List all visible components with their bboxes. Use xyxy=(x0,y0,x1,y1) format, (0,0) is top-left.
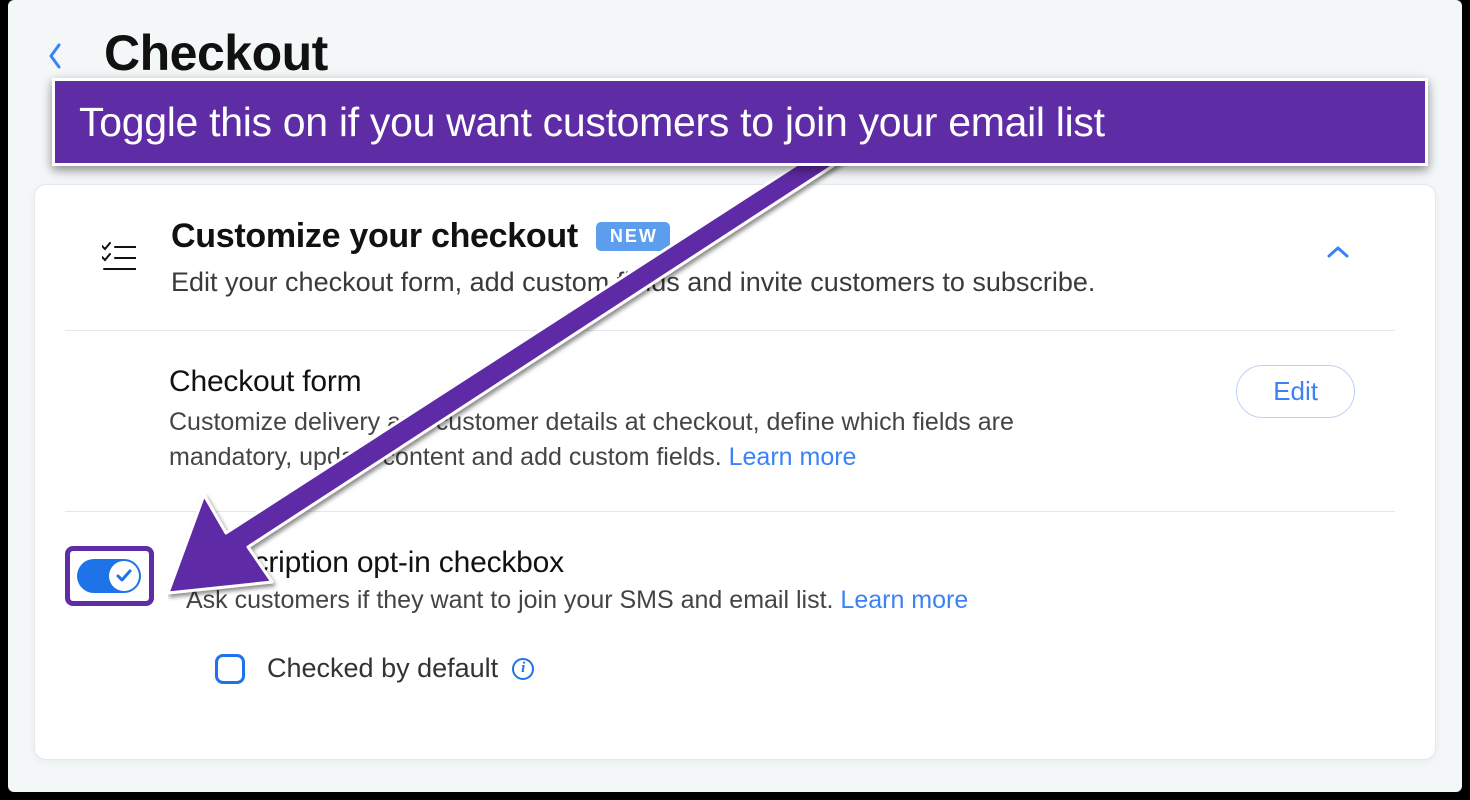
checkout-form-desc: Customize delivery and customer details … xyxy=(169,405,1029,475)
new-badge: NEW xyxy=(596,222,670,251)
checked-by-default-checkbox[interactable] xyxy=(215,654,245,684)
customize-title: Customize your checkout xyxy=(171,217,578,256)
subscription-section: Subscription opt-in checkbox Ask custome… xyxy=(65,512,1395,623)
info-icon: i xyxy=(521,660,525,677)
edit-checkout-form-button[interactable]: Edit xyxy=(1236,365,1355,418)
checklist-icon xyxy=(101,239,137,275)
subscription-desc: Ask customers if they want to join your … xyxy=(186,586,1355,615)
checkout-form-learn-more-link[interactable]: Learn more xyxy=(729,443,857,471)
subscription-desc-text: Ask customers if they want to join your … xyxy=(186,586,840,614)
toggle-highlight-box xyxy=(65,546,154,606)
customize-section-header[interactable]: Customize your checkout NEW Edit your ch… xyxy=(65,215,1395,331)
checkout-settings-panel: Customize your checkout NEW Edit your ch… xyxy=(34,184,1436,760)
page-title: Checkout xyxy=(104,24,328,82)
subscription-optin-toggle[interactable] xyxy=(77,559,141,593)
instruction-banner: Toggle this on if you want customers to … xyxy=(52,78,1428,166)
subscription-title: Subscription opt-in checkbox xyxy=(186,546,1355,580)
collapse-button[interactable] xyxy=(1327,245,1355,273)
checked-by-default-row: Checked by default i xyxy=(35,623,1435,684)
chevron-up-icon xyxy=(1327,245,1349,259)
checkout-form-section: Checkout form Customize delivery and cus… xyxy=(65,331,1395,512)
toggle-knob xyxy=(109,561,139,591)
check-icon xyxy=(116,568,132,584)
back-button[interactable] xyxy=(42,34,68,78)
checked-by-default-info-button[interactable]: i xyxy=(512,658,534,680)
checked-by-default-label: Checked by default xyxy=(267,653,498,684)
customize-subtitle: Edit your checkout form, add custom fiel… xyxy=(171,264,1327,300)
instruction-banner-text: Toggle this on if you want customers to … xyxy=(79,99,1105,146)
checkout-form-title: Checkout form xyxy=(169,365,1236,399)
chevron-left-icon xyxy=(47,42,63,70)
subscription-learn-more-link[interactable]: Learn more xyxy=(840,586,968,614)
checkout-form-desc-text: Customize delivery and customer details … xyxy=(169,408,1014,471)
